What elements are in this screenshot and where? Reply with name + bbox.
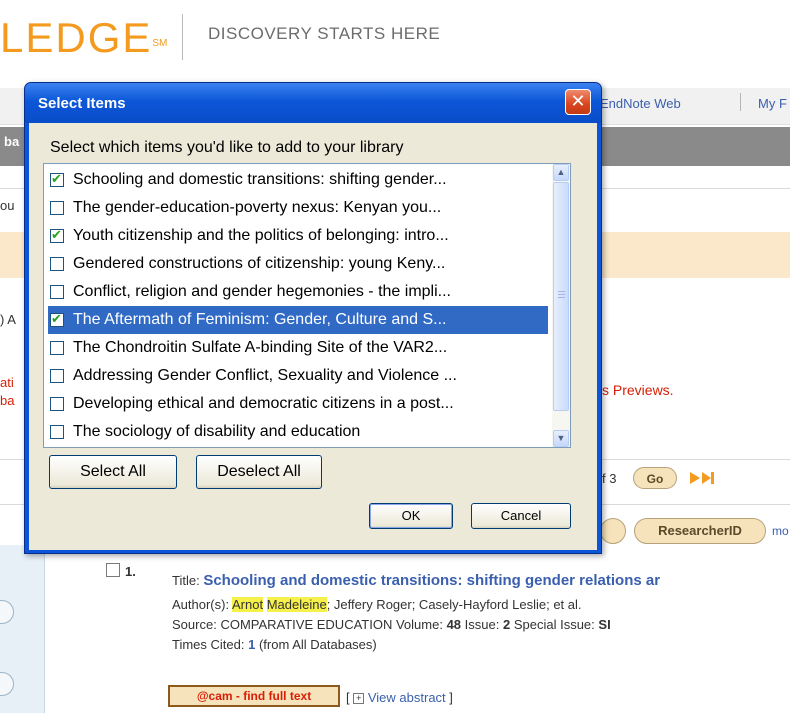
item-checkbox[interactable] bbox=[50, 341, 64, 355]
record-times-cited-line: Times Cited: 1 (from All Databases) bbox=[172, 637, 377, 652]
item-checkbox[interactable] bbox=[50, 201, 64, 215]
item-checkbox[interactable]: ✔ bbox=[50, 171, 64, 187]
scroll-thumb[interactable] bbox=[553, 182, 569, 411]
go-button[interactable]: Go bbox=[633, 467, 677, 489]
item-checkbox[interactable] bbox=[50, 425, 64, 439]
tagline: DISCOVERY STARTS HERE bbox=[208, 24, 441, 43]
special-issue-label: Special Issue: bbox=[513, 617, 595, 632]
item-checkbox[interactable]: ✔ bbox=[50, 311, 64, 327]
record-title-line: Title: Schooling and domestic transition… bbox=[172, 572, 660, 589]
author-highlight: Arnot bbox=[231, 597, 264, 612]
find-full-text-button[interactable]: @cam - find full text bbox=[168, 685, 340, 707]
next-last-page-icon[interactable] bbox=[690, 470, 716, 486]
title-label: Title: bbox=[172, 573, 200, 588]
issue-value: 2 bbox=[502, 617, 511, 632]
cancel-button[interactable]: Cancel bbox=[471, 503, 571, 529]
checkmark-icon: ✔ bbox=[51, 311, 62, 326]
dialog-title: Select Items bbox=[38, 95, 126, 112]
endnote-web-link[interactable]: EndNote Web bbox=[600, 96, 681, 111]
item-checkbox[interactable] bbox=[50, 285, 64, 299]
listbox-scrollbar[interactable]: ▲ ▼ bbox=[552, 164, 570, 447]
volume-value: 48 bbox=[446, 617, 462, 632]
select-all-button[interactable]: Select All bbox=[49, 455, 177, 489]
item-checkbox[interactable] bbox=[50, 397, 64, 411]
list-item[interactable]: The Chondroitin Sulfate A-binding Site o… bbox=[48, 334, 548, 362]
source-value: COMPARATIVE EDUCATION bbox=[220, 617, 393, 632]
header-divider bbox=[182, 14, 183, 60]
deselect-all-button[interactable]: Deselect All bbox=[196, 455, 322, 489]
special-issue-value: SI bbox=[598, 617, 611, 632]
page-count-text: f 3 bbox=[602, 471, 617, 486]
record-authors-line: Author(s): Arnot Madeleine; Jeffery Roge… bbox=[172, 597, 582, 612]
checkmark-icon: ✔ bbox=[51, 171, 62, 186]
items-listbox[interactable]: ✔ Schooling and domestic transitions: shi… bbox=[43, 163, 571, 448]
authors-label: Author(s): bbox=[172, 597, 230, 612]
list-item-label: Addressing Gender Conflict, Sexuality an… bbox=[73, 367, 457, 384]
left-fragment: ba bbox=[0, 393, 15, 408]
list-item-label: The sociology of disability and educatio… bbox=[73, 423, 361, 440]
view-abstract-link[interactable]: View abstract bbox=[368, 690, 446, 705]
item-checkbox[interactable] bbox=[50, 257, 64, 271]
list-item[interactable]: ✔ Schooling and domestic transitions: shi… bbox=[48, 166, 548, 194]
list-item-label: Developing ethical and democratic citize… bbox=[73, 395, 454, 412]
scroll-down-icon[interactable]: ▼ bbox=[553, 430, 569, 447]
list-item-label: Schooling and domestic transitions: shif… bbox=[73, 171, 447, 188]
record-number: 1. bbox=[125, 564, 136, 579]
dialog-instruction: Select which items you'd like to add to … bbox=[50, 139, 404, 156]
ok-button[interactable]: OK bbox=[369, 503, 453, 529]
previews-text: s Previews. bbox=[602, 382, 674, 398]
left-fragment: ati bbox=[0, 375, 14, 390]
list-item[interactable]: Gendered constructions of citizenship: y… bbox=[48, 250, 548, 278]
list-item[interactable]: Addressing Gender Conflict, Sexuality an… bbox=[48, 362, 548, 390]
volume-label: Volume: bbox=[395, 617, 443, 632]
left-fragment: ou bbox=[0, 198, 15, 213]
left-fragment: ) A bbox=[0, 312, 16, 327]
list-item-label: The Chondroitin Sulfate A-binding Site o… bbox=[73, 339, 448, 356]
list-item[interactable]: ✔ The Aftermath of Feminism: Gender, Cult… bbox=[48, 306, 548, 334]
item-checkbox[interactable]: ✔ bbox=[50, 227, 64, 243]
author-highlight: Madeleine bbox=[266, 597, 327, 612]
list-item[interactable]: ✔ Youth citizenship and the politics of b… bbox=[48, 222, 548, 250]
expand-plus-icon: + bbox=[353, 693, 365, 705]
times-cited-note: (from All Databases) bbox=[258, 637, 377, 652]
times-cited-link[interactable]: 1 bbox=[248, 637, 255, 652]
left-fragment: ba bbox=[4, 134, 20, 149]
my-link[interactable]: My F bbox=[758, 96, 787, 111]
scroll-up-icon[interactable]: ▲ bbox=[553, 164, 569, 181]
list-item-label: The gender-education-poverty nexus: Keny… bbox=[73, 199, 442, 216]
researcherid-button[interactable]: ResearcherID bbox=[634, 518, 766, 544]
ledge-logo: LEDGESM bbox=[0, 14, 168, 61]
top-link-separator bbox=[740, 93, 741, 111]
authors-rest: ; Jeffery Roger; Casely-Hayford Leslie; … bbox=[326, 597, 582, 612]
view-abstract-toggle[interactable]: [ + View abstract ] bbox=[346, 690, 453, 705]
close-icon[interactable]: ✕ bbox=[565, 89, 591, 115]
record-title-link[interactable]: Schooling and domestic transitions: shif… bbox=[203, 572, 660, 589]
checkmark-icon: ✔ bbox=[51, 227, 62, 242]
toolbar-pill-button[interactable] bbox=[600, 518, 626, 544]
record-checkbox[interactable] bbox=[106, 563, 120, 577]
list-item[interactable]: The sociology of disability and educatio… bbox=[48, 418, 548, 446]
list-item-label: Gendered constructions of citizenship: y… bbox=[73, 255, 446, 272]
item-checkbox[interactable] bbox=[50, 369, 64, 383]
source-label: Source: bbox=[172, 617, 217, 632]
list-item[interactable]: The gender-education-poverty nexus: Keny… bbox=[48, 194, 548, 222]
record-source-line: Source: COMPARATIVE EDUCATION Volume: 48… bbox=[172, 617, 611, 632]
list-item-label: The Aftermath of Feminism: Gender, Cultu… bbox=[73, 311, 447, 328]
more-link[interactable]: mo bbox=[772, 524, 789, 538]
list-item[interactable]: Developing ethical and democratic citize… bbox=[48, 390, 548, 418]
select-items-dialog: Select Items ✕ Select which items you'd … bbox=[24, 82, 602, 554]
list-item-label: Youth citizenship and the politics of be… bbox=[73, 227, 449, 244]
issue-label: Issue: bbox=[464, 617, 500, 632]
list-item-label: Conflict, religion and gender hegemonies… bbox=[73, 283, 451, 300]
times-cited-label: Times Cited: bbox=[172, 637, 245, 652]
list-item[interactable]: Conflict, religion and gender hegemonies… bbox=[48, 278, 548, 306]
